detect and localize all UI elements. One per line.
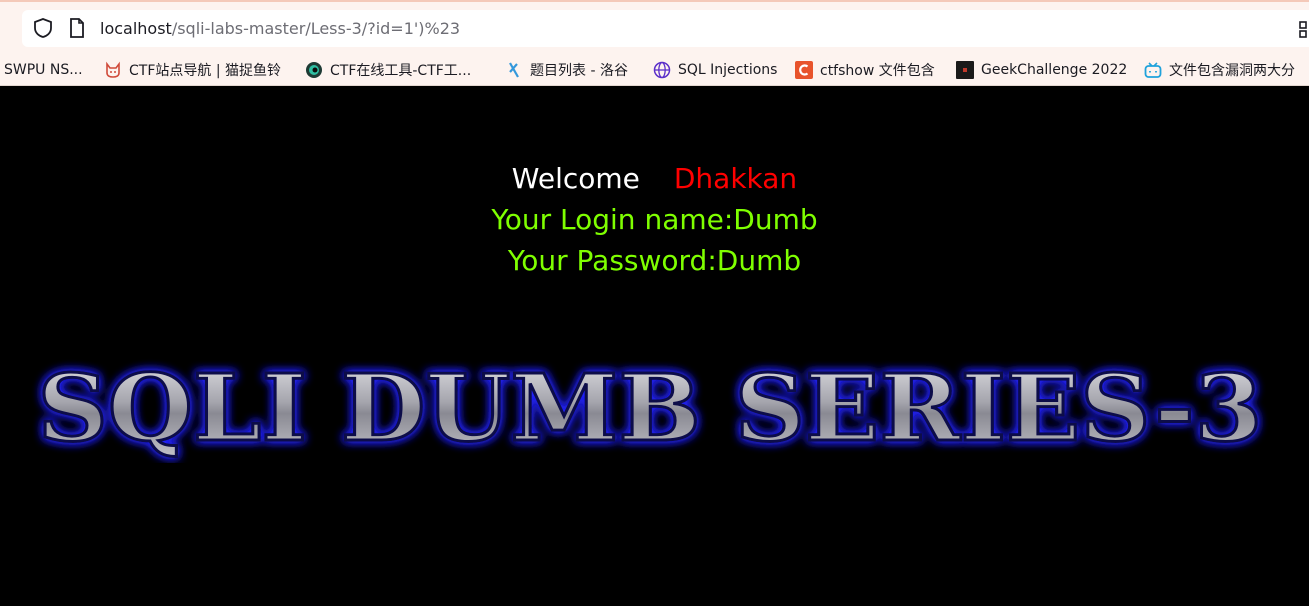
geek-icon [956, 61, 974, 79]
password-line: Your Password:Dumb [507, 244, 802, 277]
bookmark-geekchallenge[interactable]: GeekChallenge 2022 [956, 54, 1127, 86]
ctfshow-c-icon [795, 61, 813, 79]
browser-toolbar: localhost/sqli-labs-master/Less-3/?id=1'… [0, 0, 1309, 86]
bookmarks-bar: SWPU NS... CTF站点导航 | 猫捉鱼铃 CTF在线工具-CTF工..… [0, 54, 1309, 86]
bookmark-label: CTF站点导航 | 猫捉鱼铃 [129, 63, 281, 79]
bookmark-sql-injections[interactable]: SQL Injections [653, 54, 777, 86]
url-host: localhost [100, 19, 172, 38]
address-bar[interactable]: localhost/sqli-labs-master/Less-3/?id=1'… [22, 10, 1309, 47]
bookmark-label: ctfshow 文件包含 [820, 63, 935, 79]
welcome-line: Welcome Dhakkan [0, 158, 1309, 199]
shield-icon[interactable] [32, 17, 54, 39]
bookmark-label: SWPU NS... [4, 62, 83, 78]
bookmark-file-inclusion[interactable]: 文件包含漏洞两大分 [1144, 54, 1295, 86]
bookmark-swpu[interactable]: SWPU NS... [4, 54, 83, 86]
banner-text: SQLI DUMB SERIES-3 [38, 354, 1263, 462]
bilibili-tv-icon [1144, 62, 1162, 78]
login-name-line: Your Login name:Dumb [491, 203, 818, 236]
bookmark-label: SQL Injections [678, 62, 778, 78]
welcome-name: Dhakkan [673, 162, 798, 195]
cat-face-icon [106, 61, 120, 78]
globe-icon [653, 61, 671, 79]
bookmark-label: CTF在线工具-CTF工... [330, 63, 472, 79]
luogu-icon [509, 62, 519, 78]
welcome-label: Welcome [511, 162, 640, 195]
ctf-eye-icon [306, 62, 322, 78]
bookmark-ctf-tools[interactable]: CTF在线工具-CTF工... [305, 54, 471, 86]
bookmark-ctfshow[interactable]: ctfshow 文件包含 [795, 54, 935, 86]
bookmark-label: GeekChallenge 2022 [981, 62, 1128, 78]
bookmark-label: 文件包含漏洞两大分 [1169, 63, 1295, 79]
bookmark-ctf-nav[interactable]: CTF站点导航 | 猫捉鱼铃 [104, 54, 281, 86]
sqli-dumb-series-banner: SQLI DUMB SERIES-3 [36, 353, 1264, 464]
qr-code-icon[interactable] [1299, 19, 1309, 39]
login-result: Welcome Dhakkan Your Login name:Dumb Your… [0, 158, 1309, 281]
page-icon [70, 18, 84, 38]
url-text[interactable]: localhost/sqli-labs-master/Less-3/?id=1'… [100, 10, 460, 47]
bookmark-label: 题目列表 - 洛谷 [530, 63, 628, 79]
bookmark-luogu[interactable]: 题目列表 - 洛谷 [505, 54, 628, 86]
url-path: /sqli-labs-master/Less-3/?id=1')%23 [171, 19, 461, 38]
